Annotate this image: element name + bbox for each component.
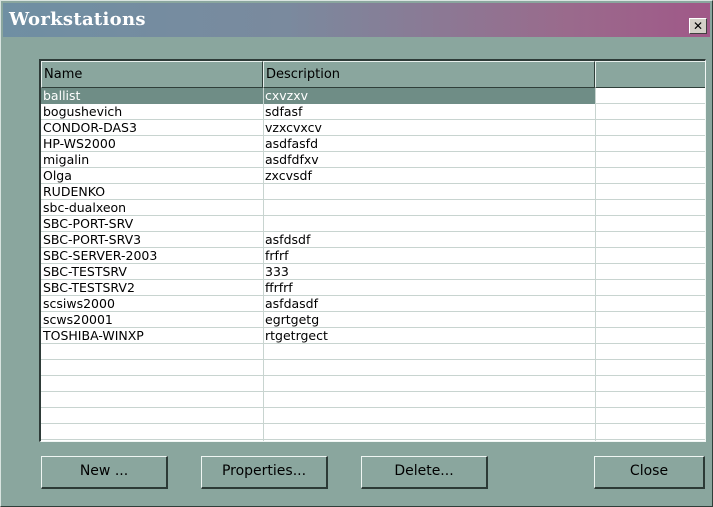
- cell-name: migalin: [43, 152, 90, 167]
- cell-description: vzxcvxcv: [265, 120, 322, 135]
- table-row[interactable]: SBC-SERVER-2003 frfrf: [41, 248, 705, 264]
- cell-description: sdfasf: [265, 104, 303, 119]
- column-header-name[interactable]: Name: [41, 61, 263, 88]
- table-row[interactable]: migalin asdfdfxv: [41, 152, 705, 168]
- new-button[interactable]: New ...: [41, 456, 168, 489]
- title-bar[interactable]: Workstations ✕: [3, 3, 710, 37]
- row-gridline: [41, 359, 705, 360]
- table-row[interactable]: SBC-PORT-SRV: [41, 216, 705, 232]
- table-row[interactable]: SBC-TESTSRV2 ffrfrf: [41, 280, 705, 296]
- table-row[interactable]: SBC-PORT-SRV3 asfdsdf: [41, 232, 705, 248]
- cell-description: frfrf: [265, 248, 289, 263]
- cell-description: rtgetrgect: [265, 328, 328, 343]
- table-row[interactable]: scsiws2000 asfdasdf: [41, 296, 705, 312]
- properties-button[interactable]: Properties...: [201, 456, 328, 489]
- table-row[interactable]: CONDOR-DAS3 vzxcvxcv: [41, 120, 705, 136]
- table-row[interactable]: TOSHIBA-WINXP rtgetrgect: [41, 328, 705, 344]
- column-header-extra[interactable]: [595, 61, 705, 88]
- delete-button[interactable]: Delete...: [361, 456, 488, 489]
- table-row[interactable]: HP-WS2000 asdfasfd: [41, 136, 705, 152]
- cell-description: 333: [265, 264, 289, 279]
- cell-description: cxvzxv: [265, 88, 309, 103]
- cell-name: SBC-PORT-SRV: [43, 216, 134, 231]
- cell-name: RUDENKO: [43, 184, 106, 199]
- cell-name: Olga: [43, 168, 72, 183]
- table-row[interactable]: SBC-TESTSRV 333: [41, 264, 705, 280]
- column-header-description[interactable]: Description: [263, 61, 595, 88]
- cell-description: asdfdfxv: [265, 152, 319, 167]
- cell-description: [263, 184, 595, 200]
- cell-name: scws20001: [43, 312, 113, 327]
- table-row[interactable]: RUDENKO: [41, 184, 705, 200]
- cell-description: asdfasfd: [265, 136, 319, 151]
- window-title: Workstations: [9, 9, 146, 30]
- cell-description: [263, 200, 595, 216]
- list-header: Name Description: [41, 61, 705, 88]
- table-row[interactable]: sbc-dualxeon: [41, 200, 705, 216]
- workstations-list[interactable]: Name Description ballist cxvzxv bogushevic…: [39, 59, 706, 442]
- column-gridline: [263, 88, 264, 441]
- cell-name: SBC-TESTSRV2: [43, 280, 135, 295]
- cell-name: SBC-TESTSRV: [43, 264, 127, 279]
- table-row[interactable]: Olga zxcvsdf: [41, 168, 705, 184]
- cell-description: egrtgetg: [265, 312, 320, 327]
- cell-name: bogushevich: [43, 104, 123, 119]
- cell-name: TOSHIBA-WINXP: [43, 328, 144, 343]
- cell-description: asfdasdf: [265, 296, 319, 311]
- row-gridline: [41, 423, 705, 424]
- close-icon[interactable]: ✕: [689, 18, 707, 34]
- cell-name: SBC-SERVER-2003: [43, 248, 158, 263]
- row-gridline: [41, 375, 705, 376]
- row-gridline: [41, 391, 705, 392]
- cell-description: ffrfrf: [265, 280, 293, 295]
- workstations-dialog: Workstations ✕ Name Description ballist c…: [0, 0, 713, 507]
- cell-name: sbc-dualxeon: [43, 200, 127, 215]
- table-row[interactable]: scws20001 egrtgetg: [41, 312, 705, 328]
- row-gridline: [41, 407, 705, 408]
- close-button[interactable]: Close: [594, 456, 705, 489]
- cell-name: ballist: [43, 88, 81, 103]
- column-gridline: [595, 88, 596, 441]
- row-gridline: [41, 439, 705, 440]
- cell-name: SBC-PORT-SRV3: [43, 232, 142, 247]
- cell-name: CONDOR-DAS3: [43, 120, 137, 135]
- cell-description: zxcvsdf: [265, 168, 312, 183]
- cell-description: asfdsdf: [265, 232, 311, 247]
- cell-name: HP-WS2000: [43, 136, 116, 151]
- cell-name: scsiws2000: [43, 296, 115, 311]
- table-row[interactable]: ballist cxvzxv: [41, 88, 705, 104]
- table-row[interactable]: bogushevich sdfasf: [41, 104, 705, 120]
- cell-description: [263, 216, 595, 232]
